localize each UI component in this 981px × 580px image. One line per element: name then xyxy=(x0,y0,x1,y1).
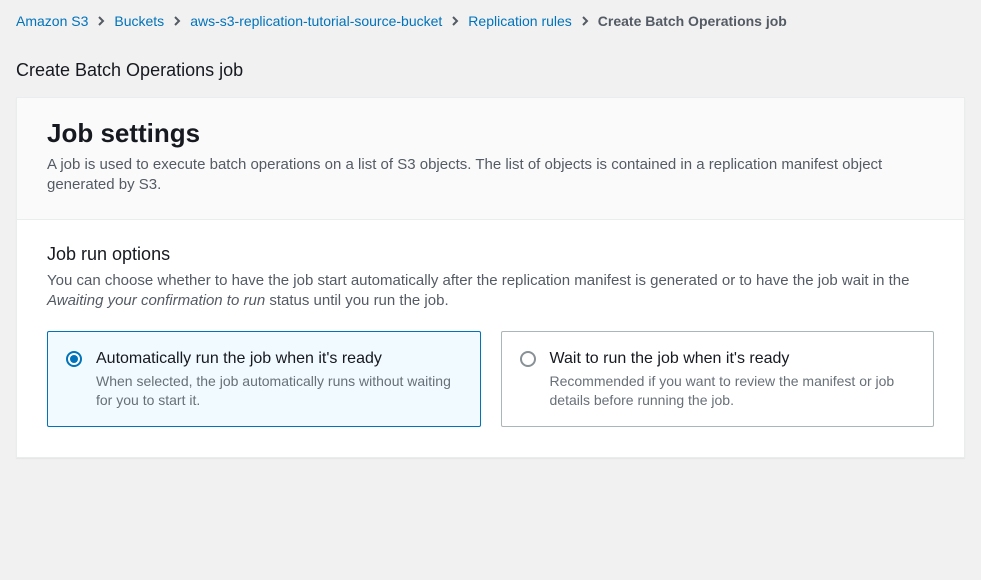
panel-header: Job settings A job is used to execute ba… xyxy=(17,98,964,219)
job-run-options-group: Automatically run the job when it's read… xyxy=(47,331,934,427)
section-title: Job run options xyxy=(47,244,934,265)
breadcrumb: Amazon S3 Buckets aws-s3-replication-tut… xyxy=(16,10,965,32)
page-title: Create Batch Operations job xyxy=(16,60,965,81)
option-title: Automatically run the job when it's read… xyxy=(96,348,462,370)
breadcrumb-current: Create Batch Operations job xyxy=(598,10,787,32)
panel-description: A job is used to execute batch operation… xyxy=(47,155,934,195)
radio-icon xyxy=(66,351,82,367)
chevron-right-icon xyxy=(168,16,186,26)
breadcrumb-link-s3[interactable]: Amazon S3 xyxy=(16,10,88,32)
breadcrumb-link-replication-rules[interactable]: Replication rules xyxy=(468,10,572,32)
panel-heading: Job settings xyxy=(47,118,934,149)
chevron-right-icon xyxy=(446,16,464,26)
chevron-right-icon xyxy=(576,16,594,26)
radio-icon xyxy=(520,351,536,367)
job-settings-panel: Job settings A job is used to execute ba… xyxy=(16,97,965,458)
breadcrumb-link-bucket-name[interactable]: aws-s3-replication-tutorial-source-bucke… xyxy=(190,10,442,32)
option-description: Recommended if you want to review the ma… xyxy=(550,372,916,410)
section-description: You can choose whether to have the job s… xyxy=(47,271,934,311)
chevron-right-icon xyxy=(92,16,110,26)
option-description: When selected, the job automatically run… xyxy=(96,372,462,410)
option-title: Wait to run the job when it's ready xyxy=(550,348,916,370)
panel-body: Job run options You can choose whether t… xyxy=(17,219,964,457)
option-auto-run[interactable]: Automatically run the job when it's read… xyxy=(47,331,481,427)
option-wait-run[interactable]: Wait to run the job when it's ready Reco… xyxy=(501,331,935,427)
breadcrumb-link-buckets[interactable]: Buckets xyxy=(114,10,164,32)
